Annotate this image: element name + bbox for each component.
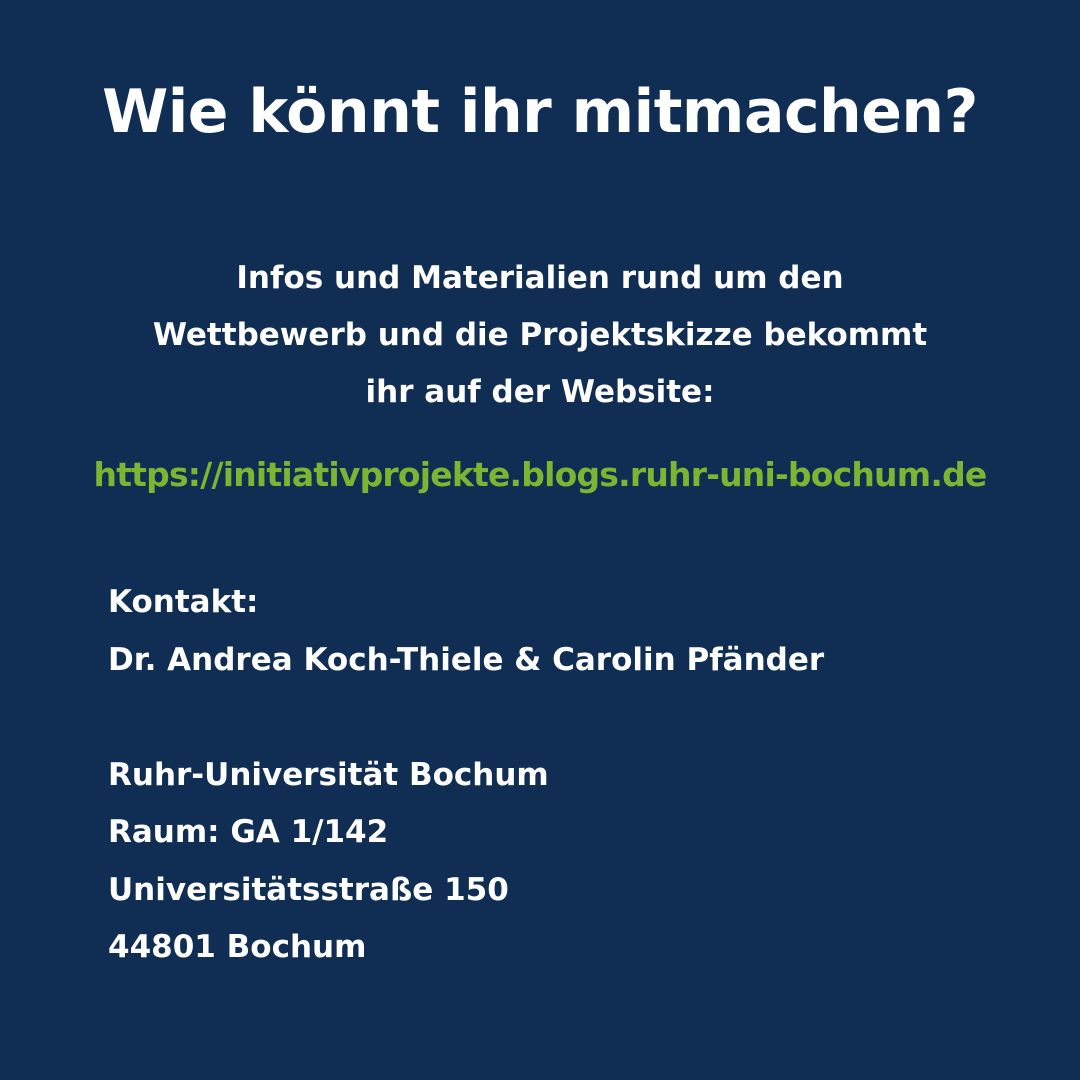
intro-line: Wettbewerb und die Projektskizze bekommt [152,317,928,353]
contact-names: Dr. Andrea Koch-Thiele & Carolin Pfänder [108,641,825,678]
intro-line: Infos und Materialien rund um den [236,260,844,296]
contact-block: Kontakt: Dr. Andrea Koch-Thiele & Caroli… [108,574,1008,977]
address-line-street: Universitätsstraße 150 [108,871,509,908]
page-title: Wie könnt ihr mitmachen? [102,77,978,147]
intro-line: ihr auf der Website: [365,374,715,410]
contact-label: Kontakt: [108,584,259,620]
address-line-city: 44801 Bochum [108,929,367,965]
address-line-room: Raum: GA 1/142 [108,814,389,850]
info-card: Wie könnt ihr mitmachen? Infos und Mater… [0,0,1080,1080]
intro-text: Infos und Materialien rund um den Wettbe… [0,250,1080,421]
address-line-institution: Ruhr-Universität Bochum [108,756,549,793]
website-link[interactable]: https://initiativprojekte.blogs.ruhr-uni… [0,446,1080,504]
